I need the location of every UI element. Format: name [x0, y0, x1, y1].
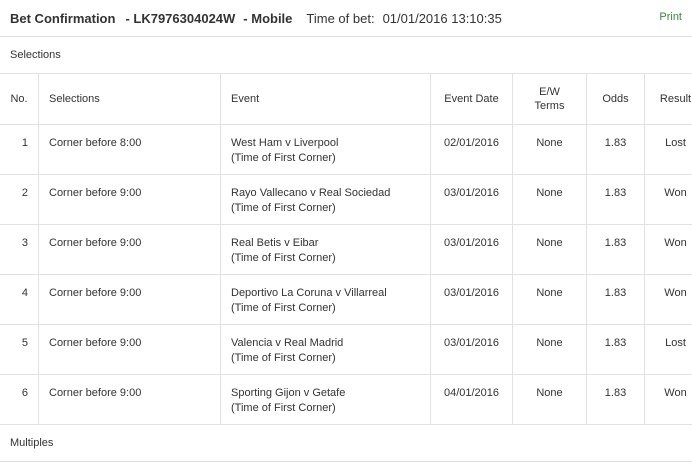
table-row: 2 Corner before 9:00 Rayo Vallecano v Re…	[0, 174, 692, 225]
row-no: 5	[0, 324, 39, 375]
col-header-ew-terms: E/W Terms	[512, 73, 587, 125]
row-no: 4	[0, 274, 39, 325]
row-result: Won	[644, 374, 692, 425]
row-no: 1	[0, 124, 39, 175]
row-event-market: (Time of First Corner)	[231, 152, 336, 164]
row-no: 6	[0, 374, 39, 425]
row-ew-terms: None	[512, 224, 587, 275]
row-no: 3	[0, 224, 39, 275]
row-event-name: West Ham v Liverpool	[231, 137, 339, 149]
row-selection: Corner before 9:00	[38, 274, 221, 325]
table-row: 5 Corner before 9:00 Valencia v Real Mad…	[0, 324, 692, 375]
row-event: Real Betis v Eibar (Time of First Corner…	[220, 224, 431, 275]
row-event-date: 04/01/2016	[430, 374, 513, 425]
time-of-bet-label: Time of bet:	[306, 10, 375, 26]
multiples-section-label: Multiples	[0, 425, 692, 462]
row-event-market: (Time of First Corner)	[231, 252, 336, 264]
bet-channel: - Mobile	[243, 10, 293, 26]
row-event-name: Deportivo La Coruna v Villarreal	[231, 287, 387, 299]
selections-table: No. Selections Event Event Date E/W Term…	[0, 73, 692, 425]
row-event-date: 02/01/2016	[430, 124, 513, 175]
row-result: Lost	[644, 324, 692, 375]
row-selection: Corner before 9:00	[38, 324, 221, 375]
table-row: 4 Corner before 9:00 Deportivo La Coruna…	[0, 274, 692, 325]
row-event: West Ham v Liverpool (Time of First Corn…	[220, 124, 431, 175]
row-result: Won	[644, 274, 692, 325]
row-event-name: Real Betis v Eibar	[231, 237, 319, 249]
table-row: 6 Corner before 9:00 Sporting Gijon v Ge…	[0, 374, 692, 425]
print-link[interactable]: Print	[659, 11, 682, 23]
row-selection: Corner before 8:00	[38, 124, 221, 175]
row-event-name: Sporting Gijon v Getafe	[231, 387, 346, 399]
col-header-event: Event	[220, 73, 431, 125]
time-of-bet-value: 01/01/2016 13:10:35	[382, 10, 502, 26]
row-result: Won	[644, 174, 692, 225]
row-event: Rayo Vallecano v Real Sociedad (Time of …	[220, 174, 431, 225]
row-event-date: 03/01/2016	[430, 274, 513, 325]
bet-confirmation-header: Bet Confirmation - LK7976304024W - Mobil…	[0, 0, 692, 37]
row-odds: 1.83	[586, 224, 645, 275]
row-event: Deportivo La Coruna v Villarreal (Time o…	[220, 274, 431, 325]
selections-section-label: Selections	[10, 49, 61, 61]
row-selection: Corner before 9:00	[38, 224, 221, 275]
row-odds: 1.83	[586, 374, 645, 425]
row-odds: 1.83	[586, 174, 645, 225]
row-odds: 1.83	[586, 124, 645, 175]
row-no: 2	[0, 174, 39, 225]
row-selection: Corner before 9:00	[38, 174, 221, 225]
row-event-name: Valencia v Real Madrid	[231, 337, 344, 349]
row-ew-terms: None	[512, 374, 587, 425]
row-event-name: Rayo Vallecano v Real Sociedad	[231, 187, 391, 199]
row-event-market: (Time of First Corner)	[231, 402, 336, 414]
row-odds: 1.83	[586, 324, 645, 375]
row-ew-terms: None	[512, 274, 587, 325]
row-event-market: (Time of First Corner)	[231, 352, 336, 364]
table-header-row: No. Selections Event Event Date E/W Term…	[0, 73, 692, 125]
row-result: Lost	[644, 124, 692, 175]
row-ew-terms: None	[512, 174, 587, 225]
col-header-ew-line1: E/W	[539, 86, 560, 98]
col-header-result: Result	[644, 73, 692, 125]
row-event-date: 03/01/2016	[430, 324, 513, 375]
col-header-ew-line2: Terms	[534, 100, 565, 112]
table-row: 1 Corner before 8:00 West Ham v Liverpoo…	[0, 124, 692, 175]
row-event-date: 03/01/2016	[430, 224, 513, 275]
col-header-odds: Odds	[586, 73, 645, 125]
bet-reference: - LK7976304024W	[125, 10, 236, 26]
col-header-event-date: Event Date	[430, 73, 513, 125]
page-title: Bet Confirmation	[10, 10, 116, 26]
col-header-selections: Selections	[38, 73, 221, 125]
row-event-market: (Time of First Corner)	[231, 302, 336, 314]
row-event: Valencia v Real Madrid (Time of First Co…	[220, 324, 431, 375]
row-event-date: 03/01/2016	[430, 174, 513, 225]
row-ew-terms: None	[512, 124, 587, 175]
table-row: 3 Corner before 9:00 Real Betis v Eibar …	[0, 224, 692, 275]
row-ew-terms: None	[512, 324, 587, 375]
row-event: Sporting Gijon v Getafe (Time of First C…	[220, 374, 431, 425]
row-selection: Corner before 9:00	[38, 374, 221, 425]
row-event-market: (Time of First Corner)	[231, 202, 336, 214]
row-odds: 1.83	[586, 274, 645, 325]
row-result: Won	[644, 224, 692, 275]
col-header-no: No.	[0, 73, 39, 125]
